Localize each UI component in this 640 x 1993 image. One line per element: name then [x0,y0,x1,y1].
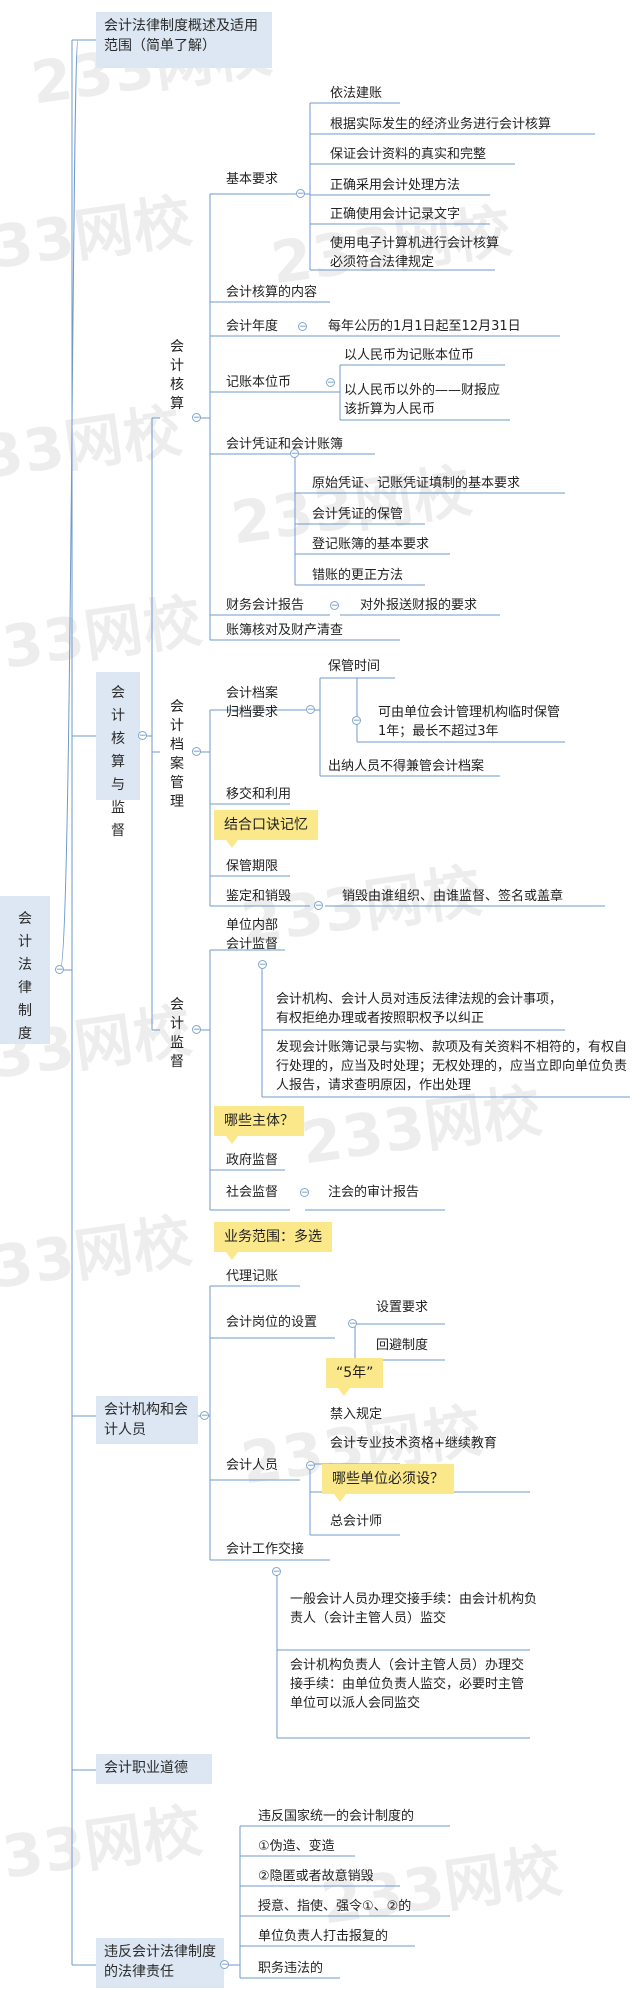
keep-detail: 可由单位会计管理机构临时保管1年；最长不超过3年 [378,705,561,739]
collapse-icon[interactable]: − [330,601,339,611]
node-hesuan[interactable]: 会计核算 [168,338,186,414]
node-archive[interactable]: 会计档案管理 [168,698,186,812]
collapse-icon[interactable]: − [220,1960,229,1970]
root-label: 会计法律制度 [18,911,32,1042]
collapse-icon[interactable]: − [258,960,267,970]
node-report[interactable]: 财务会计报告 [226,596,304,615]
collapse-icon[interactable]: − [326,378,335,388]
branch-org[interactable]: 会计机构和会计人员 [96,1396,198,1444]
collapse-icon[interactable]: − [300,1188,309,1198]
collapse-icon[interactable]: − [306,705,315,715]
collapse-icon[interactable]: − [272,1567,281,1577]
node-post[interactable]: 会计岗位的设置 [226,1313,317,1332]
staff-item: 会计专业技术资格+继续教育 [330,1436,497,1451]
node-voucher[interactable]: 会计凭证和会计账簿 [226,435,343,454]
branch-liability[interactable]: 违反会计法律制度的法律责任 [96,1938,224,1988]
collapse-icon[interactable]: − [298,322,307,332]
currency-item: 以人民币为记账本位币 [344,348,475,363]
social-value: 注会的审计报告 [328,1185,420,1200]
basic-item: 依法建账 [330,86,383,101]
staff-item: 禁入规定 [330,1407,383,1422]
root-node[interactable]: 会计法律制度 [0,896,50,1044]
branch-accounting[interactable]: 会计核算与监督 [96,672,140,839]
collapse-icon[interactable]: − [138,731,147,741]
collapse-icon[interactable]: − [296,189,305,199]
liability-item: ②隐匿或者故意销毁 [258,1869,374,1884]
node-staff[interactable]: 会计人员 [226,1456,278,1475]
liability-item: 职务违法的 [258,1961,324,1976]
node-archive-req[interactable]: 会计档案归档要求 [226,684,290,722]
basic-item: 使用电子计算机进行会计核算必须符合法律规定 [330,236,500,270]
collapse-icon[interactable]: − [192,413,201,423]
voucher-item: 会计凭证的保管 [312,507,404,522]
liability-item: ①伪造、变造 [258,1839,335,1854]
node-supervision[interactable]: 会计监督 [168,996,186,1072]
liability-item: 授意、指使、强令①、②的 [258,1899,412,1914]
post-item: 设置要求 [376,1300,429,1315]
note-five-years: “5年” [326,1358,384,1396]
basic-item: 正确采用会计处理方法 [330,178,461,193]
node-period[interactable]: 保管期限 [226,857,278,876]
liability-item: 单位负责人打击报复的 [258,1929,389,1944]
destroy-value: 销毁由谁组织、由谁监督、签名或盖章 [342,889,564,904]
collapse-icon[interactable]: − [192,747,201,757]
node-content[interactable]: 会计核算的内容 [226,283,317,302]
collapse-icon[interactable]: − [348,1319,357,1329]
staff-item: 总会计师 [330,1514,383,1529]
branch-ethics[interactable]: 会计职业道德 [96,1754,212,1784]
node-cashier: 出纳人员不得兼管会计档案 [328,759,485,774]
year-value: 每年公历的1月1日起至12月31日 [328,319,521,334]
note-mnemonic: 结合口诀记忆 [214,810,318,848]
node-gov[interactable]: 政府监督 [226,1151,278,1170]
internal-item: 发现会计账簿记录与实物、款项及有关资料不相符的，有权自行处理的，应当及时处理；无… [276,1040,628,1093]
node-basic[interactable]: 基本要求 [226,170,278,189]
node-keep-time[interactable]: 保管时间 [328,657,380,676]
note-scope: 业务范围：多选 [214,1222,332,1260]
node-internal[interactable]: 单位内部会计监督 [226,916,290,954]
branch-overview[interactable]: 会计法律制度概述及适用范围（简单了解） [96,12,272,68]
voucher-item: 错账的更正方法 [312,568,404,583]
basic-item: 保证会计资料的真实和完整 [330,147,487,162]
node-transfer[interactable]: 移交和利用 [226,785,291,804]
collapse-icon[interactable]: − [200,1411,209,1421]
handover-item: 会计机构负责人（会计主管人员）办理交接手续：由单位负责人监交，必要时主管单位可以… [290,1658,525,1711]
node-check[interactable]: 账簿核对及财产清查 [226,621,343,640]
node-social[interactable]: 社会监督 [226,1183,278,1202]
handover-item: 一般会计人员办理交接手续：由会计机构负责人（会计主管人员）监交 [290,1592,538,1626]
post-item: 回避制度 [376,1338,429,1353]
node-handover[interactable]: 会计工作交接 [226,1540,304,1559]
currency-item: 以人民币以外的——财报应该折算为人民币 [344,383,501,417]
node-agent[interactable]: 代理记账 [226,1267,278,1286]
note-subjects: 哪些主体？ [214,1106,304,1144]
report-value: 对外报送财报的要求 [360,598,478,613]
voucher-item: 原始凭证、记账凭证填制的基本要求 [312,476,521,491]
collapse-icon[interactable]: − [55,965,64,975]
collapse-icon[interactable]: − [192,1025,201,1035]
collapse-icon[interactable]: − [290,449,299,459]
liability-item: 违反国家统一的会计制度的 [258,1809,415,1824]
branch-accounting-label: 会计核算与监督 [111,685,125,839]
basic-item: 根据实际发生的经济业务进行会计核算 [330,117,552,132]
node-destroy[interactable]: 鉴定和销毁 [226,887,291,906]
voucher-item: 登记账簿的基本要求 [312,537,430,552]
note-which-units: 哪些单位必须设？ [322,1464,454,1502]
collapse-icon[interactable]: − [314,901,323,911]
collapse-icon[interactable]: − [306,1461,315,1471]
internal-item: 会计机构、会计人员对违反法律法规的会计事项，有权拒绝办理或者按照职权予以纠正 [276,992,563,1026]
collapse-icon[interactable]: − [352,716,361,726]
node-year[interactable]: 会计年度 [226,317,278,336]
basic-item: 正确使用会计记录文字 [330,207,461,222]
node-currency[interactable]: 记账本位币 [226,373,291,392]
